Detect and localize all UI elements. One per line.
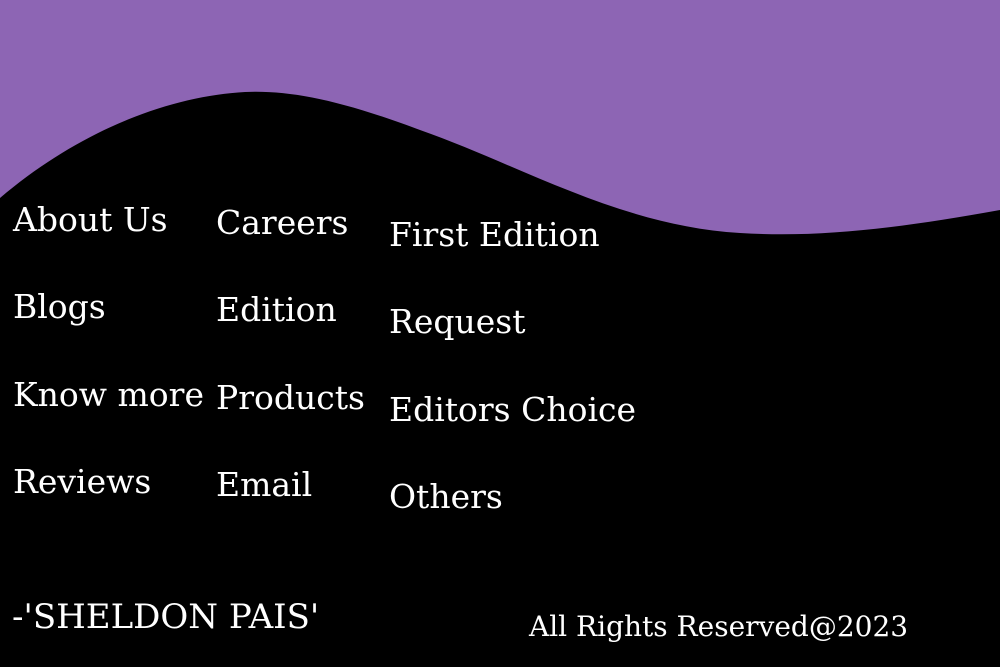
footer-link-first-edition[interactable]: First Edition bbox=[389, 218, 600, 251]
footer-link-careers[interactable]: Careers bbox=[216, 206, 348, 239]
footer-link-know-more[interactable]: Know more bbox=[13, 378, 204, 411]
footer-section: About Us Blogs Know more Reviews Careers… bbox=[0, 0, 1000, 667]
footer-link-blogs[interactable]: Blogs bbox=[13, 290, 106, 323]
footer-link-others[interactable]: Others bbox=[389, 480, 503, 513]
footer-link-edition[interactable]: Edition bbox=[216, 293, 337, 326]
footer-link-products[interactable]: Products bbox=[216, 381, 365, 414]
footer-link-about-us[interactable]: About Us bbox=[13, 203, 168, 236]
author-signature: -'SHELDON PAIS' bbox=[12, 597, 320, 637]
footer-link-request[interactable]: Request bbox=[389, 305, 525, 338]
footer-link-email[interactable]: Email bbox=[216, 468, 312, 501]
copyright-notice: All Rights Reserved@2023 bbox=[529, 610, 909, 643]
footer-link-editors-choice[interactable]: Editors Choice bbox=[389, 393, 636, 426]
footer-link-reviews[interactable]: Reviews bbox=[13, 465, 151, 498]
